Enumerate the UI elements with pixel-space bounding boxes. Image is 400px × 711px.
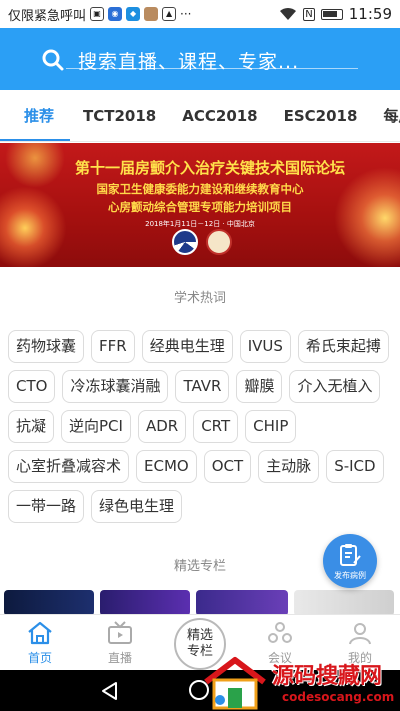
clock: 11:59 <box>348 5 392 23</box>
tag-chip[interactable]: 希氏束起搏 <box>297 330 389 363</box>
tab-live-label: 直播 <box>107 651 132 665</box>
tag-chip[interactable]: IVUS <box>239 330 291 363</box>
tag-chip[interactable]: 心室折叠减容术 <box>8 450 130 483</box>
watermark-text: 源码搜藏网 <box>272 664 383 689</box>
banner-line-1: 国家卫生健康委能力建设和继续教育中心 <box>96 182 304 196</box>
tag-chip[interactable]: 绿色电生理 <box>91 490 183 523</box>
tag-chip[interactable]: CRT <box>193 410 239 443</box>
tag-chip[interactable]: 抗凝 <box>8 410 55 443</box>
site-watermark: 源码搜藏网 codesocang.com <box>202 654 400 711</box>
tag-chip[interactable]: 经典电生理 <box>141 330 233 363</box>
tab-live[interactable]: 直播 <box>80 615 160 671</box>
tag-chip[interactable]: 逆向PCI <box>61 410 131 443</box>
hot-tags: 药物球囊 FFR 经典电生理 IVUS 希氏束起搏 CTO 冷冻球囊消融 TAV… <box>8 330 398 530</box>
wifi-icon <box>280 7 297 20</box>
tag-chip[interactable]: 一带一路 <box>8 490 85 523</box>
firework-decoration <box>330 163 400 267</box>
tag-chip[interactable]: CHIP <box>245 410 297 443</box>
featured-card[interactable] <box>294 590 394 616</box>
tag-chip[interactable]: ECMO <box>136 450 197 483</box>
tab-weekly[interactable]: 每周 <box>370 90 400 141</box>
tag-chip[interactable]: TAVR <box>175 370 230 403</box>
banner-date: 2018年1月11日－12日 · 中国北京 <box>145 220 255 228</box>
home-icon <box>28 621 52 645</box>
carrier-text: 仅限紧急呼叫 <box>8 8 87 24</box>
tag-chip[interactable]: 主动脉 <box>258 450 320 483</box>
more-icon: ··· <box>180 7 192 21</box>
tv-icon <box>108 621 132 644</box>
banner-line-2: 心房颤动综合管理专项能力培训项目 <box>108 200 292 214</box>
battery-icon <box>320 8 343 20</box>
watermark-url: codesocang.com <box>282 690 395 704</box>
tab-home-label: 首页 <box>27 651 52 665</box>
nfc-icon: N <box>303 7 315 21</box>
tag-chip[interactable]: S-ICD <box>326 450 384 483</box>
publish-case-label: 发布病例 <box>334 571 366 580</box>
tag-chip[interactable]: 介入无植入 <box>289 370 381 403</box>
tab-tct2018[interactable]: TCT2018 <box>70 90 169 141</box>
people-icon <box>268 622 292 643</box>
category-tabs: 推荐 TCT2018 ACC2018 ESC2018 每周 <box>0 90 400 142</box>
app-header: 搜索直播、课程、专家... <box>0 28 400 90</box>
tab-acc2018[interactable]: ACC2018 <box>169 90 270 141</box>
tag-chip[interactable]: 瓣膜 <box>236 370 283 403</box>
tag-chip[interactable]: 冷冻球囊消融 <box>62 370 169 403</box>
hot-topics-title: 学术热词 <box>173 291 226 306</box>
banner-title: 第十一届房颤介入治疗关键技术国际论坛 <box>74 159 345 177</box>
notification-icon: ▣ <box>90 7 105 21</box>
hospital-logo <box>206 229 232 255</box>
avatar-icon <box>144 7 159 21</box>
featured-cards <box>0 590 400 616</box>
tag-chip[interactable]: CTO <box>8 370 56 403</box>
tab-home[interactable]: 首页 <box>0 615 80 671</box>
tag-chip[interactable]: OCT <box>203 450 252 483</box>
search-input[interactable]: 搜索直播、课程、专家... <box>78 47 299 74</box>
shield-icon: ◆ <box>126 7 141 21</box>
tab-recommend[interactable]: 推荐 <box>0 90 71 141</box>
search-underline <box>66 68 358 69</box>
organizer-logo <box>172 229 198 255</box>
tag-chip[interactable]: ADR <box>137 410 187 443</box>
center-label-line: 精选 <box>186 628 213 643</box>
search-bar[interactable]: 搜索直播、课程、专家... <box>30 40 360 80</box>
tab-esc2018[interactable]: ESC2018 <box>271 90 371 141</box>
tag-chip[interactable]: FFR <box>91 330 135 363</box>
back-icon[interactable] <box>100 681 120 701</box>
publish-case-button[interactable]: 发布病例 <box>323 534 377 588</box>
user-icon <box>349 623 371 645</box>
promo-banner[interactable]: 第十一届房颤介入治疗关键技术国际论坛 国家卫生健康委能力建设和继续教育中心 心房… <box>0 143 400 267</box>
featured-card[interactable] <box>100 590 190 616</box>
publish-case-icon <box>340 544 361 566</box>
image-icon: ▲ <box>162 7 177 21</box>
featured-card[interactable] <box>196 590 288 616</box>
house-logo-icon <box>204 657 266 710</box>
tag-chip[interactable]: 药物球囊 <box>8 330 85 363</box>
featured-card[interactable] <box>4 590 94 616</box>
status-bar: 仅限紧急呼叫 ▣ ◉ ◆ ▲ ··· N 11:59 <box>0 0 400 28</box>
app-notification-icon: ◉ <box>108 7 123 21</box>
search-icon <box>42 49 64 71</box>
